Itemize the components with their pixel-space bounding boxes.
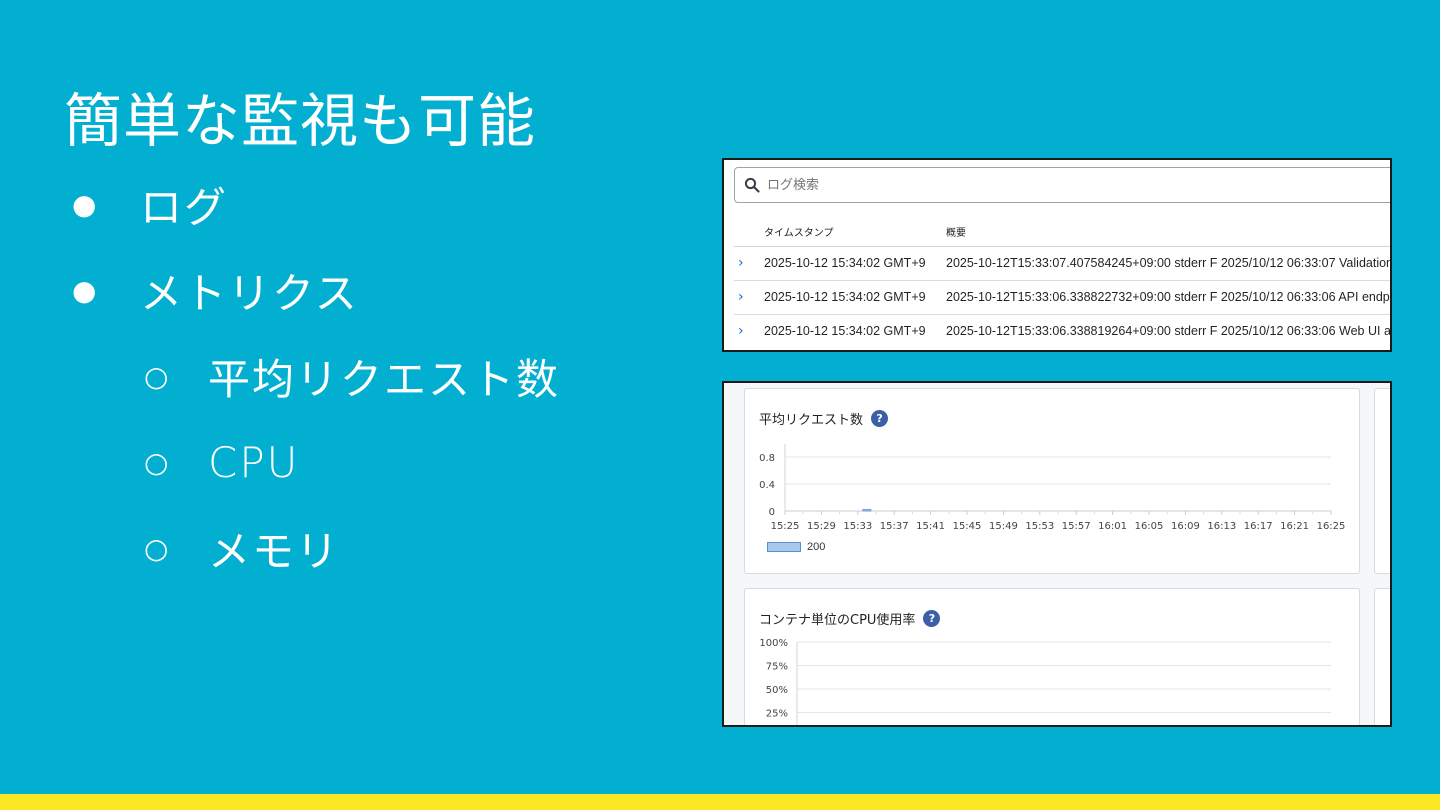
slide-title: 簡単な監視も可能 xyxy=(64,87,537,155)
request-chart-card: 平均リクエスト数 ? 0.8 0.4 0 15:25 15:29 15:33 15:37 15… xyxy=(744,388,1360,574)
y-tick-label: 50% xyxy=(766,685,788,696)
log-summary: 2025-10-12T15:33:07.407584245+09:00 stde… xyxy=(946,256,1392,270)
x-tick-label: 15:29 xyxy=(807,521,836,532)
bullet-mark: ● xyxy=(72,274,97,307)
x-tick-label: 16:17 xyxy=(1244,521,1273,532)
x-tick-label: 15:45 xyxy=(953,521,982,532)
y-tick-label: 0.4 xyxy=(759,480,775,491)
bullet-text: ログ xyxy=(140,182,229,232)
log-summary: 2025-10-12T15:33:06.338822732+09:00 stde… xyxy=(946,290,1392,304)
bullet-text: メモリ xyxy=(208,526,341,576)
x-tick-label: 16:13 xyxy=(1207,521,1236,532)
adjacent-chart-card xyxy=(1374,588,1390,725)
bullet-metrics: ● メトリクス xyxy=(72,262,359,318)
x-tick-label: 16:01 xyxy=(1098,521,1127,532)
legend-swatch xyxy=(767,542,801,552)
bullet-logs: ● ログ xyxy=(72,176,228,232)
legend-label: 200 xyxy=(807,541,826,553)
chevron-right-icon[interactable]: › xyxy=(738,323,744,339)
bullet-mark: ○ xyxy=(144,532,169,565)
x-tick-label: 15:49 xyxy=(989,521,1018,532)
x-tick-label: 15:25 xyxy=(771,521,800,532)
adjacent-chart-card xyxy=(1374,388,1390,574)
x-tick-label: 16:05 xyxy=(1135,521,1164,532)
bullet-mark: ● xyxy=(72,188,97,221)
y-tick-label: 0.8 xyxy=(759,453,775,464)
y-tick-label: 100% xyxy=(759,638,788,649)
chevron-right-icon[interactable]: › xyxy=(738,289,744,305)
search-icon xyxy=(744,177,760,193)
log-timestamp: 2025-10-12 15:34:02 GMT+9 xyxy=(764,256,926,270)
footer-bar xyxy=(0,794,1440,810)
table-row[interactable]: › 2025-10-12 15:34:02 GMT+9 2025-10-12T1… xyxy=(734,281,1392,315)
log-search-box[interactable] xyxy=(734,167,1390,203)
log-summary: 2025-10-12T15:33:06.338819264+09:00 stde… xyxy=(946,324,1392,338)
log-timestamp: 2025-10-12 15:34:02 GMT+9 xyxy=(764,290,926,304)
x-tick-label: 15:57 xyxy=(1062,521,1091,532)
column-header-timestamp[interactable]: タイムスタンプ xyxy=(764,224,834,239)
table-row[interactable]: › 2025-10-12 15:34:02 GMT+9 2025-10-12T1… xyxy=(734,315,1392,349)
x-tick-label: 16:21 xyxy=(1280,521,1309,532)
bullet-avg-requests: ○ 平均リクエスト数 xyxy=(144,348,560,404)
log-search-input[interactable] xyxy=(767,172,1067,198)
column-header-summary[interactable]: 概要 xyxy=(946,224,966,239)
bullet-cpu: ○ CPU xyxy=(144,434,299,490)
bullet-text: CPU xyxy=(208,437,300,487)
log-timestamp: 2025-10-12 15:34:02 GMT+9 xyxy=(764,324,926,338)
bar xyxy=(862,509,872,512)
y-tick-label: 75% xyxy=(766,662,788,673)
bullet-memory: ○ メモリ xyxy=(144,520,340,576)
x-tick-label: 16:09 xyxy=(1171,521,1200,532)
logs-screenshot: タイムスタンプ 概要 › 2025-10-12 15:34:02 GMT+9 2… xyxy=(722,158,1392,352)
request-chart: 0.8 0.4 0 15:25 15:29 15:33 15:37 15:41 15:45 15:… xyxy=(759,444,1346,532)
bullet-text: メトリクス xyxy=(140,268,359,318)
y-tick-label: 0 xyxy=(769,507,775,518)
cpu-chart: 100% 75% 50% 25% xyxy=(759,638,1331,725)
bullet-mark: ○ xyxy=(144,360,169,393)
chevron-right-icon[interactable]: › xyxy=(738,255,744,271)
chart-legend[interactable]: 200 xyxy=(767,541,825,553)
x-tick-label: 16:25 xyxy=(1317,521,1346,532)
metrics-screenshot: 平均リクエスト数 ? 0.8 0.4 0 15:25 15:29 15:33 15:37 15… xyxy=(722,381,1392,727)
y-tick-label: 25% xyxy=(766,709,788,720)
x-tick-label: 15:53 xyxy=(1025,521,1054,532)
x-tick-label: 15:33 xyxy=(843,521,872,532)
bullet-mark: ○ xyxy=(144,446,169,479)
cpu-chart-card: コンテナ単位のCPU使用率 ? 100% 75% 50% 25% xyxy=(744,588,1360,725)
table-row[interactable]: › 2025-10-12 15:34:02 GMT+9 2025-10-12T1… xyxy=(734,247,1392,281)
x-tick-label: 15:41 xyxy=(916,521,945,532)
x-tick-label: 15:37 xyxy=(880,521,909,532)
bullet-text: 平均リクエスト数 xyxy=(208,354,561,404)
